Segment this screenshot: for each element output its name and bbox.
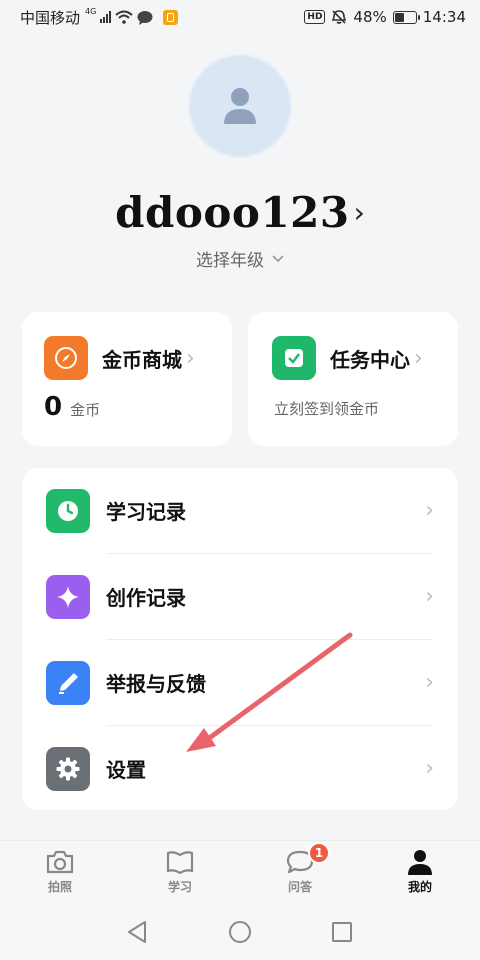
bottom-tab-bar: 拍照 学习 1 问答 我的	[0, 840, 480, 908]
chevron-right-icon: ›	[425, 756, 434, 781]
tab-label: 学习	[167, 880, 192, 894]
hd-indicator: HD	[304, 10, 326, 24]
home-icon[interactable]	[228, 920, 252, 944]
notification-badge: 1	[308, 842, 330, 864]
menu-list: 学习记录 › 创作记录 › 举报与反馈 › 设置 ›	[22, 468, 458, 810]
camera-icon	[46, 850, 74, 874]
chevron-right-icon: ›	[186, 345, 195, 371]
task-center-subtitle: 立刻签到领金币	[274, 400, 380, 418]
bell-muted-icon	[332, 10, 347, 24]
message-icon	[137, 10, 153, 25]
chevron-right-icon: ›	[425, 584, 434, 609]
menu-item-creation-records[interactable]: 创作记录 ›	[22, 554, 458, 639]
menu-item-label: 学习记录	[106, 500, 186, 524]
carrier-label: 中国移动	[20, 8, 81, 27]
clock-time: 14:34	[422, 8, 466, 26]
recents-icon[interactable]	[331, 920, 353, 944]
battery-percent: 48%	[353, 8, 387, 26]
menu-item-study-records[interactable]: 学习记录 ›	[22, 468, 458, 553]
chevron-right-icon: ›	[353, 196, 365, 229]
avatar[interactable]	[188, 54, 292, 158]
menu-item-label: 设置	[106, 758, 146, 782]
menu-item-settings[interactable]: 设置 ›	[22, 726, 458, 811]
wifi-icon	[115, 10, 133, 24]
network-type: 4G	[85, 6, 97, 16]
person-silhouette-icon	[224, 88, 256, 124]
sparkle-icon	[46, 574, 90, 619]
chevron-right-icon: ›	[425, 498, 434, 523]
compass-icon	[44, 336, 88, 380]
signal-icon	[100, 11, 112, 23]
grade-selector[interactable]: 选择年级	[0, 246, 480, 271]
chevron-right-icon: ›	[425, 670, 434, 695]
chevron-down-icon	[272, 254, 284, 262]
coin-unit: 金币	[70, 401, 101, 419]
tab-label: 拍照	[47, 880, 72, 894]
coin-balance: 0	[44, 392, 63, 422]
task-center-title: 任务中心	[330, 347, 410, 372]
menu-item-label: 举报与反馈	[106, 672, 206, 696]
app-notification-icon	[163, 9, 179, 25]
battery-icon	[392, 10, 420, 24]
checkbox-icon	[272, 336, 316, 380]
system-nav-bar	[0, 908, 480, 960]
back-icon[interactable]	[126, 920, 148, 944]
chevron-right-icon: ›	[414, 345, 423, 371]
book-icon	[166, 851, 194, 875]
username-row[interactable]: ddooo123 ›	[0, 188, 480, 237]
coin-shop-title: 金币商城	[102, 347, 182, 372]
person-icon	[408, 850, 432, 875]
tab-qa[interactable]: 1 问答	[260, 842, 340, 895]
pen-icon	[46, 660, 90, 705]
status-bar: 中国移动 4G HD 48% 14:34	[0, 0, 480, 34]
status-left: 中国移动 4G	[20, 6, 179, 28]
tab-study[interactable]: 学习	[140, 849, 220, 895]
tab-camera[interactable]: 拍照	[20, 849, 100, 895]
tab-label: 我的	[407, 880, 432, 894]
clock-icon	[46, 488, 90, 533]
gear-icon	[46, 746, 90, 791]
tab-label: 问答	[287, 880, 312, 894]
grade-selector-label: 选择年级	[196, 251, 264, 271]
tab-profile[interactable]: 我的	[380, 849, 460, 895]
username[interactable]: ddooo123	[115, 188, 349, 237]
coin-shop-card[interactable]: 金币商城 › 0 金币	[22, 312, 232, 446]
status-right: HD 48% 14:34	[304, 8, 466, 26]
task-center-card[interactable]: 任务中心 › 立刻签到领金币	[248, 312, 458, 446]
menu-item-label: 创作记录	[106, 586, 186, 610]
menu-item-report-feedback[interactable]: 举报与反馈 ›	[22, 640, 458, 725]
